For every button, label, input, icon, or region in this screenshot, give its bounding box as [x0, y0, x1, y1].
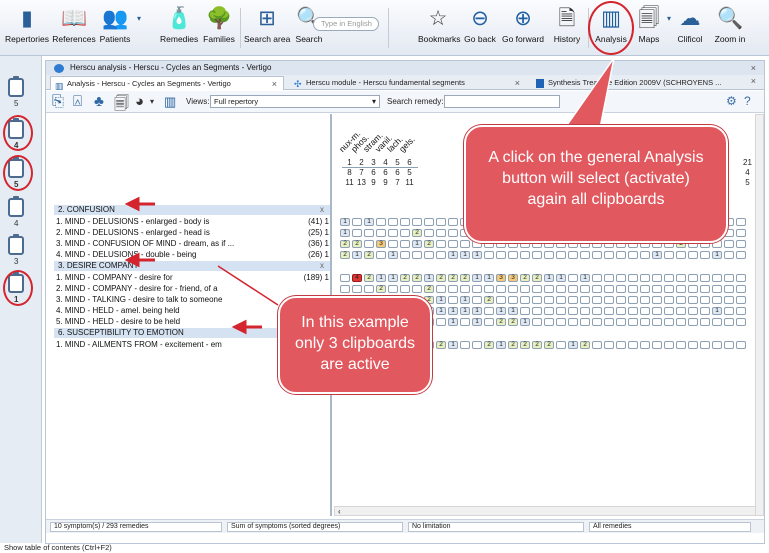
callout-pointer [563, 57, 615, 129]
annotation-arrows [124, 57, 615, 335]
bottom-hint: Show table of contents (Ctrl+F2) [4, 543, 112, 552]
arrow-head [124, 252, 140, 268]
analysis-callout: A click on the general Analysis button w… [464, 125, 728, 243]
clipboards-callout: In this example only 3 clipboards are ac… [278, 296, 432, 394]
callout-pointer [217, 265, 279, 306]
arrow-head [231, 319, 247, 335]
arrow-head [124, 196, 140, 212]
